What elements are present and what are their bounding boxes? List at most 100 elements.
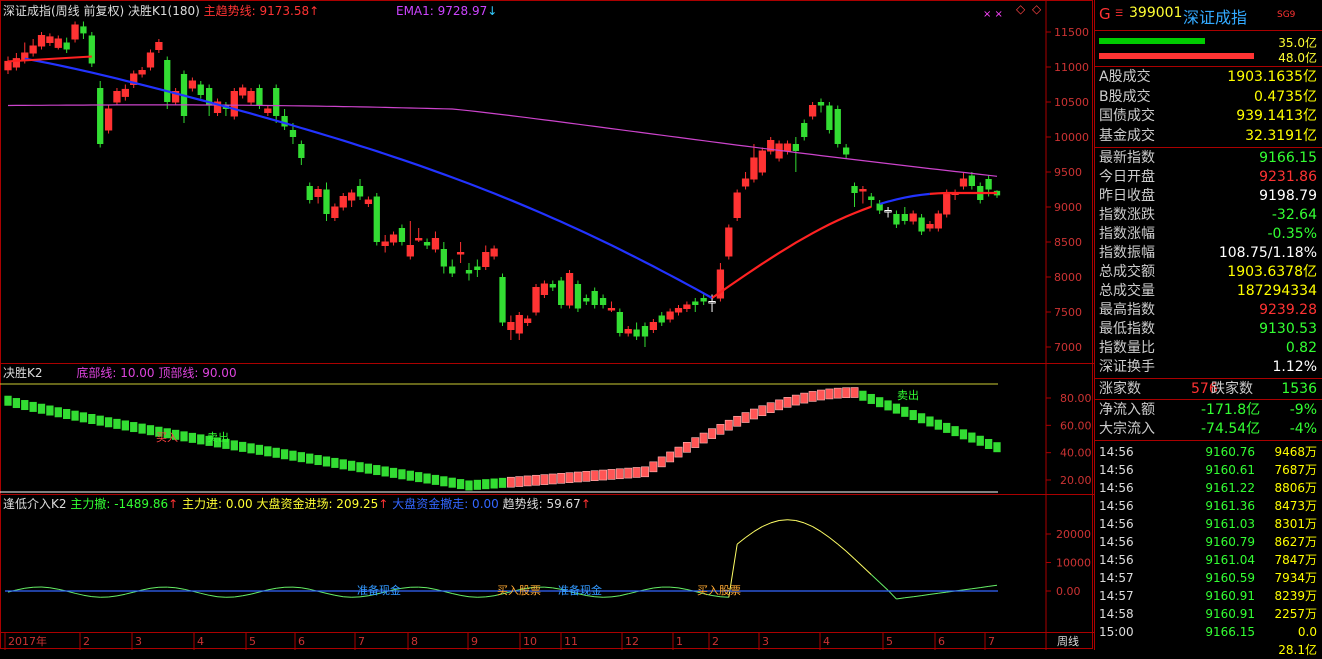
axis-tick-label: 60.00 xyxy=(1060,419,1092,432)
turnover-row: 基金成交32.3191亿 xyxy=(1095,127,1322,145)
k2-block xyxy=(264,446,271,456)
k2-block xyxy=(834,388,841,398)
k2-block xyxy=(549,474,556,484)
k2-block xyxy=(113,419,120,429)
axis-tick-label: 80.00 xyxy=(1060,392,1092,405)
k3-header: 逢低介入K2 主力撤: -1489.86↑ 主力进: 0.00 大盘资金进场: … xyxy=(3,497,591,511)
k3-oscillator xyxy=(653,587,661,588)
month-label: 7 xyxy=(988,635,995,648)
menu-icon[interactable]: ◇ xyxy=(1032,2,1041,16)
k3-oscillator xyxy=(16,588,24,590)
candle-body xyxy=(935,214,941,228)
axis-tick-label: 9000 xyxy=(1054,201,1082,214)
row-label: 指数涨幅 xyxy=(1099,225,1155,243)
k3-oscillator xyxy=(821,532,829,538)
candle-body xyxy=(860,190,866,192)
k2-block xyxy=(180,431,187,441)
month-label: 1 xyxy=(676,635,683,648)
k2-block xyxy=(792,395,799,405)
k3-oscillator xyxy=(804,523,812,527)
tick-row: 14:569160.617687万 xyxy=(1095,461,1322,479)
k3-oscillator xyxy=(863,567,871,575)
tick-price: 9161.36 xyxy=(1173,497,1255,515)
month-label: 3 xyxy=(762,635,769,648)
quote-row: 最高指数9239.28 xyxy=(1095,301,1322,319)
row-value: 1903.1635亿 xyxy=(1227,68,1317,86)
quote-row: 今日开盘9231.86 xyxy=(1095,168,1322,186)
k2-block xyxy=(608,469,615,479)
k2-block xyxy=(298,452,305,462)
row-value: 1.12% xyxy=(1273,358,1317,376)
chart-area[interactable]: 1150011000105001000095009000850080007500… xyxy=(0,0,1094,650)
k2-block xyxy=(918,413,925,423)
row-label: 昨日收盘 xyxy=(1099,187,1155,205)
row-label: 基金成交 xyxy=(1099,127,1155,145)
trend-line-down xyxy=(880,194,930,204)
tick-volume: 8239万 xyxy=(1274,587,1317,605)
k2-block xyxy=(432,475,439,485)
ready-cash-label: 准备现金 xyxy=(357,584,401,598)
k2-block xyxy=(692,438,699,448)
k3-oscillator xyxy=(452,594,460,596)
k3-oscillator xyxy=(796,521,804,523)
candle-body xyxy=(240,88,246,95)
k2-block xyxy=(566,473,573,483)
axis-tick-label: 10000 xyxy=(1056,557,1091,570)
axis-tick-label: 8000 xyxy=(1054,271,1082,284)
candle-body xyxy=(608,309,614,311)
k2-block xyxy=(348,461,355,471)
candle-body xyxy=(902,214,908,221)
k2-block xyxy=(340,459,347,469)
close-marks-icon[interactable]: × × xyxy=(983,8,1003,22)
k3-oscillator xyxy=(318,591,326,593)
row-label: 指数涨跌 xyxy=(1099,206,1155,224)
k2-block xyxy=(683,442,690,452)
month-label: 2017年 xyxy=(8,634,47,648)
diamond-icon[interactable]: ◇ xyxy=(1016,2,1025,16)
k2-block xyxy=(130,422,137,432)
k2-params: 底部线: 10.00 顶部线: 90.00 xyxy=(76,366,236,380)
k3-oscillator xyxy=(234,596,242,597)
k2-block xyxy=(943,423,950,433)
k3-oscillator xyxy=(343,597,351,598)
k3-oscillator xyxy=(980,586,988,587)
index-name: 深证成指 xyxy=(1183,4,1247,28)
month-label: 5 xyxy=(886,635,893,648)
candle-body xyxy=(457,253,463,255)
group-badge: G xyxy=(1099,5,1111,23)
list-icon[interactable]: ☰ xyxy=(1115,9,1123,19)
k3-oscillator xyxy=(788,520,796,521)
k2-block xyxy=(407,471,414,481)
k3-oscillator xyxy=(25,587,33,588)
quote-row: 指数量比0.82 xyxy=(1095,339,1322,357)
candle-body xyxy=(734,193,740,218)
k2-block xyxy=(239,442,246,452)
tick-price: 9160.61 xyxy=(1173,461,1255,479)
k2-block xyxy=(574,472,581,482)
k2-block xyxy=(993,442,1000,452)
k2-block xyxy=(960,429,967,439)
turnover-row: B股成交0.4735亿 xyxy=(1095,88,1322,106)
k2-block xyxy=(717,424,724,434)
candle-body xyxy=(466,270,472,274)
candle-body xyxy=(374,197,380,243)
month-label: 4 xyxy=(197,635,204,648)
candle-body xyxy=(164,60,170,102)
k3-oscillator xyxy=(813,527,821,532)
candle-body xyxy=(357,186,363,197)
candle-body xyxy=(248,92,254,103)
k2-header: 决胜K2 底部线: 10.00 顶部线: 90.00 xyxy=(3,366,237,380)
k3-title: 逢低介入K2 xyxy=(3,497,67,511)
k3-oscillator xyxy=(293,587,301,588)
trend-line-up xyxy=(8,57,92,62)
candle-body xyxy=(483,253,489,267)
quote-row: 指数涨跌-32.64 xyxy=(1095,206,1322,224)
candle-body xyxy=(491,249,497,256)
candle-body xyxy=(541,284,547,295)
candle-body xyxy=(575,284,581,309)
k2-block xyxy=(650,462,657,472)
sg-badge[interactable]: SG9 xyxy=(1277,10,1295,20)
k3-oscillator xyxy=(268,588,276,590)
k3-oscillator xyxy=(469,597,477,598)
k2-block xyxy=(775,400,782,410)
